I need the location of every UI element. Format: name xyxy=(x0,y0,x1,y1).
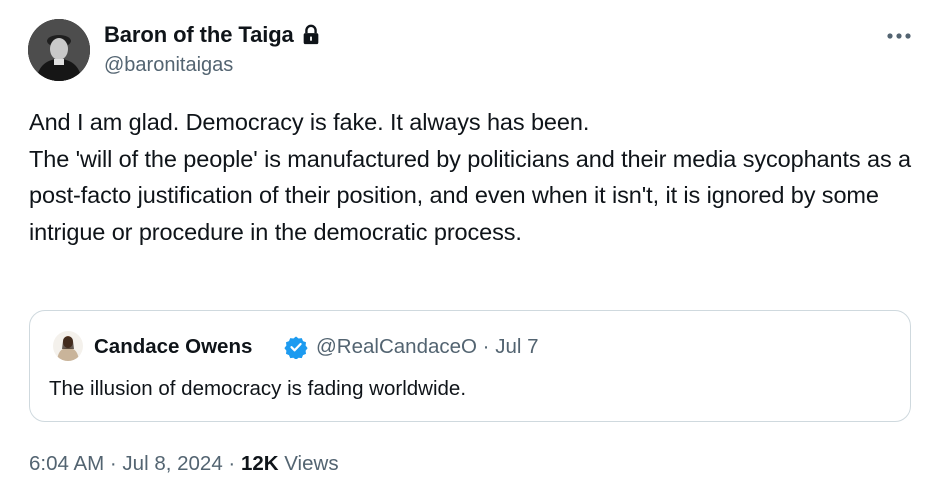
lock-icon xyxy=(300,24,322,46)
profile-photo-icon xyxy=(28,19,90,81)
views-count: 12K xyxy=(240,452,279,475)
author-display-name[interactable]: Baron of the Taiga xyxy=(104,22,322,48)
views-label: Views xyxy=(278,452,339,475)
tweet: Baron of the Taiga @baronitaigas And I a… xyxy=(0,0,940,498)
tweet-timestamp[interactable]: 6:04 AM · Jul 8, 2024 · xyxy=(29,452,241,475)
tweet-paragraph: The 'will of the people' is manufactured… xyxy=(29,145,912,245)
verified-badge-icon xyxy=(284,335,308,360)
author-handle[interactable]: @baronitaigas xyxy=(104,53,233,77)
quoted-author-avatar xyxy=(53,331,83,361)
tweet-paragraph: And I am glad. Democracy is fake. It alw… xyxy=(29,109,590,135)
quoted-tweet-text: The illusion of democracy is fading worl… xyxy=(49,377,467,400)
author-avatar[interactable] xyxy=(28,19,90,81)
profile-photo-icon xyxy=(53,331,83,361)
tweet-text: And I am glad. Democracy is fake. It alw… xyxy=(29,104,919,250)
quoted-handle-date: @RealCandaceO · Jul 7 xyxy=(316,335,539,358)
author-name-text: Baron of the Taiga xyxy=(104,22,294,47)
tweet-timestamp-views: 6:04 AM · Jul 8, 2024 · 12K Views xyxy=(29,451,339,477)
quoted-author-name: Candace Owens xyxy=(94,335,253,358)
quoted-tweet-card[interactable]: Candace Owens @RealCandaceO · Jul 7 The … xyxy=(29,310,911,422)
more-horizontal-icon[interactable] xyxy=(884,26,914,46)
